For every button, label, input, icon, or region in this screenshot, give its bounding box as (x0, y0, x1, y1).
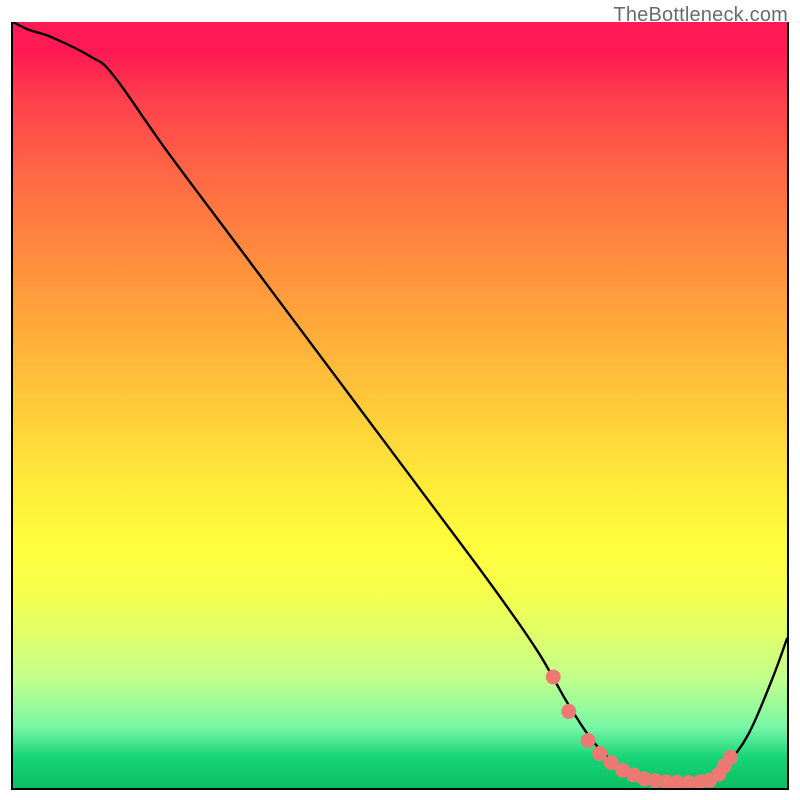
marker-dot (581, 733, 596, 748)
marker-dot (546, 669, 561, 684)
marker-dot (723, 750, 738, 765)
chart-frame: TheBottleneck.com (0, 0, 800, 800)
watermark-text: TheBottleneck.com (613, 4, 788, 27)
marker-dot (592, 746, 607, 761)
plot-area (11, 22, 789, 790)
marker-dot (561, 704, 576, 719)
optimal-range-dots (13, 22, 787, 788)
